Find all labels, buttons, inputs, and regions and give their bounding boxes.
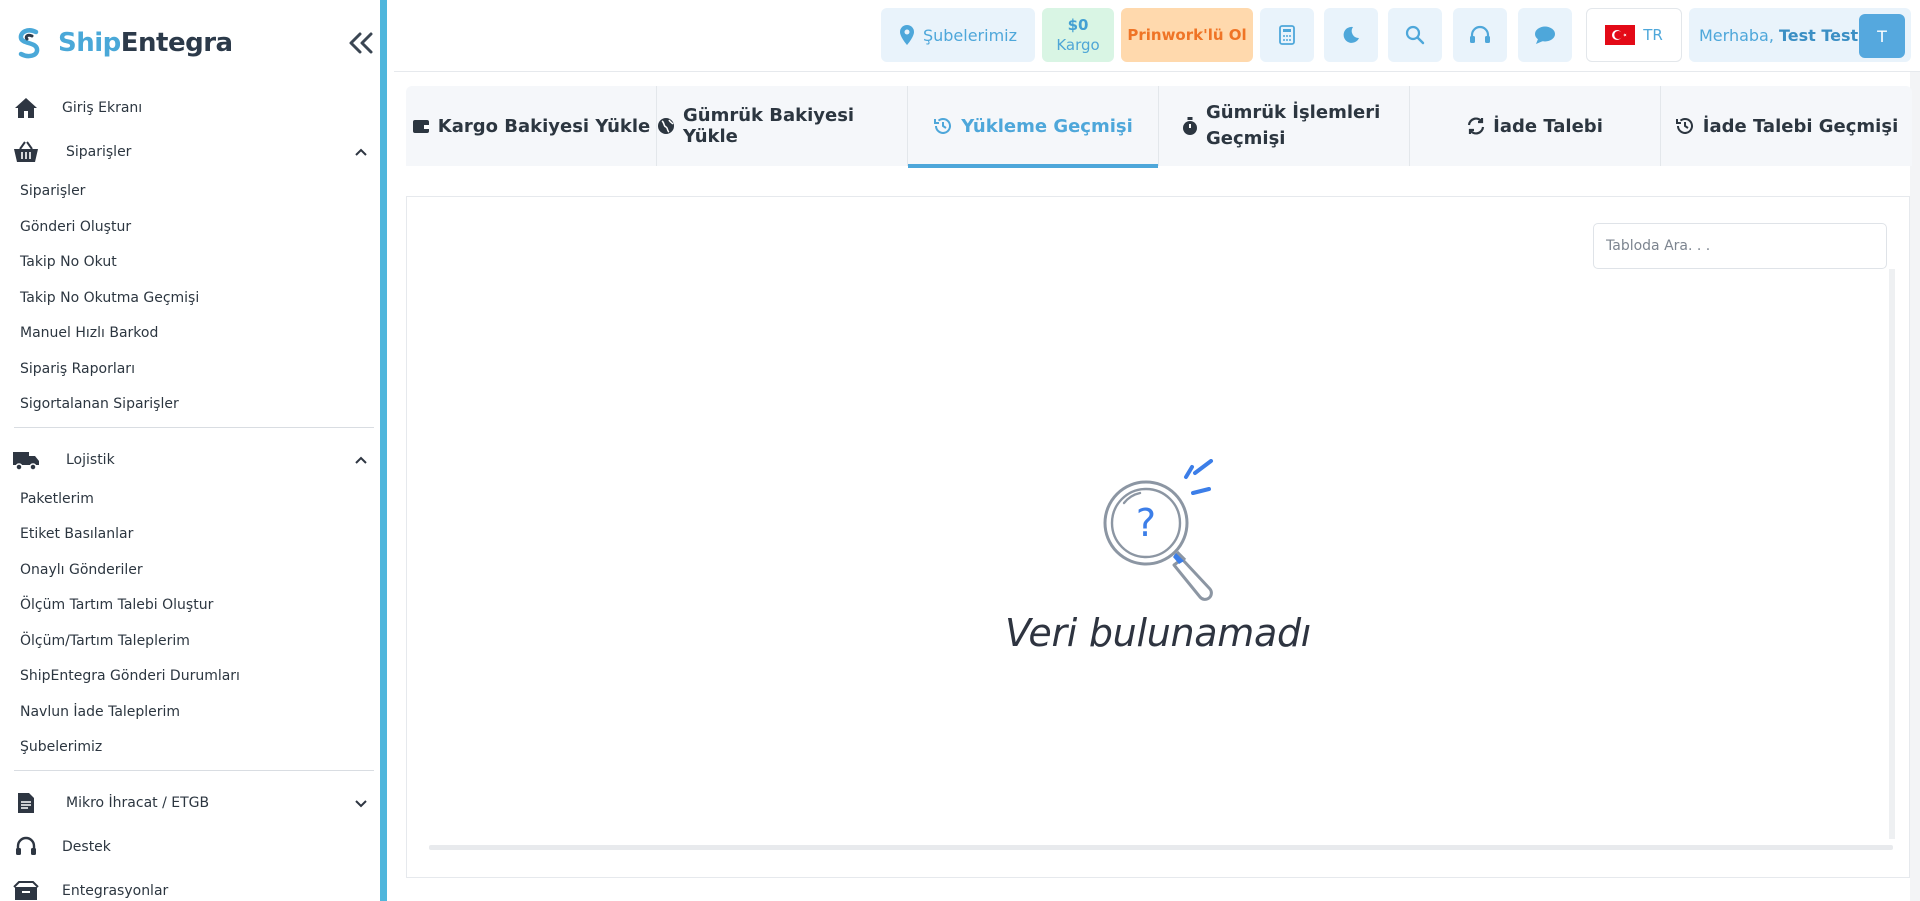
headset-icon: [1470, 25, 1490, 43]
table-search-input[interactable]: [1593, 223, 1887, 269]
shipentegra-logo-icon: [18, 28, 40, 59]
language-code: TR: [1643, 26, 1663, 44]
sidebar-item-integrations[interactable]: Entegrasyonlar: [0, 869, 380, 901]
page-scrollbar[interactable]: [1910, 72, 1920, 901]
headset-icon: [12, 836, 40, 858]
chat-button[interactable]: [1518, 8, 1572, 62]
tab-bar: Kargo Bakiyesi Yükle Gümrük Bakiyesi Yük…: [406, 86, 1912, 168]
table-card: ? Veri bulunamadı: [406, 196, 1910, 878]
branches-label: Şubelerimiz: [922, 25, 1018, 45]
sidebar-subitem-order-reports[interactable]: Sipariş Raporları: [0, 352, 380, 388]
location-pin-icon: [899, 25, 914, 45]
sidebar-subitem-scan-history[interactable]: Takip No Okutma Geçmişi: [0, 281, 380, 317]
empty-state: ? Veri bulunamadı: [407, 459, 1909, 655]
sidebar-item-support[interactable]: Destek: [0, 825, 380, 869]
brand-name-part1: Ship: [58, 28, 121, 58]
sidebar-subitem-orders[interactable]: Siparişler: [0, 174, 380, 210]
sidebar-item-label: Entegrasyonlar: [62, 882, 169, 899]
brand-name: ShipEntegra: [58, 28, 233, 58]
chat-icon: [1535, 26, 1555, 44]
sidebar-item-label: Lojistik: [66, 451, 115, 468]
dark-mode-button[interactable]: [1324, 8, 1378, 62]
language-selector[interactable]: TR: [1586, 8, 1682, 62]
sidebar-divider: [14, 426, 374, 428]
empty-state-message: Veri bulunamadı: [1004, 611, 1312, 655]
sidebar-item-label: Giriş Ekranı: [62, 100, 143, 116]
sidebar: ShipEntegra Giriş Ekranı Siparişler Sipa…: [0, 0, 387, 901]
tab-label: Kargo Bakiyesi Yükle: [437, 115, 651, 137]
tab-label: Gümrük İşlemleri Geçmişi: [1206, 102, 1381, 149]
sidebar-subitem-packages[interactable]: Paketlerim: [0, 482, 380, 518]
svg-text:?: ?: [1136, 501, 1156, 545]
tab-customs-history[interactable]: Gümrük İşlemleri Geçmişi: [1159, 86, 1410, 166]
sidebar-subitem-create-shipment[interactable]: Gönderi Oluştur: [0, 210, 380, 246]
sidebar-item-home[interactable]: Giriş Ekranı: [0, 86, 380, 130]
sidebar-subitem-shipment-statuses[interactable]: ShipEntegra Gönderi Durumları: [0, 659, 380, 695]
tab-return-request-history[interactable]: İade Talebi Geçmişi: [1661, 86, 1912, 166]
sidebar-item-label: Mikro İhracat / ETGB: [66, 794, 210, 811]
stopwatch-icon: [1182, 116, 1198, 136]
brand-logo[interactable]: ShipEntegra: [14, 24, 233, 62]
wallet-icon: [412, 118, 430, 134]
cargo-balance-button[interactable]: $0 Kargo: [1042, 8, 1114, 62]
table-horizontal-scrollbar[interactable]: [429, 845, 1893, 850]
user-menu[interactable]: Merhaba, Test Test T: [1689, 8, 1911, 62]
tab-return-request[interactable]: İade Talebi: [1410, 86, 1661, 166]
avatar[interactable]: T: [1859, 14, 1905, 58]
refresh-icon: [1467, 117, 1485, 135]
collapse-sidebar-icon[interactable]: [346, 28, 376, 58]
box-icon: [12, 880, 40, 901]
tab-label: Gümrük Bakiyesi Yükle: [683, 105, 855, 147]
search-button[interactable]: [1388, 8, 1442, 62]
brand-name-part2: Entegra: [120, 28, 233, 58]
greeting-text: Merhaba,: [1699, 25, 1774, 45]
sidebar-subitem-freight-returns[interactable]: Navlun İade Taleplerim: [0, 695, 380, 731]
document-icon: [12, 792, 40, 814]
search-icon: [1405, 25, 1425, 45]
sidebar-subitem-printed-labels[interactable]: Etiket Basılanlar: [0, 517, 380, 553]
balance-unit: Kargo: [1056, 36, 1100, 54]
prinwork-promo-button[interactable]: Prinwork'lü Ol: [1121, 8, 1253, 62]
basket-icon: [12, 141, 40, 163]
chevron-up-icon: [355, 148, 367, 156]
chevron-down-icon: [355, 799, 367, 807]
top-bar: Şubelerimiz $0 Kargo Prinwork'lü Ol TR M…: [394, 0, 1920, 72]
support-button[interactable]: [1453, 8, 1507, 62]
tab-cargo-balance-load[interactable]: Kargo Bakiyesi Yükle: [406, 86, 657, 166]
home-icon: [12, 97, 40, 119]
truck-icon: [12, 449, 40, 471]
sidebar-divider: [14, 769, 374, 771]
history-icon: [1675, 117, 1695, 135]
sidebar-nav: Giriş Ekranı Siparişler Siparişler Gönde…: [0, 86, 380, 901]
sidebar-item-logistics[interactable]: Lojistik: [0, 438, 380, 482]
sidebar-subitem-approved-shipments[interactable]: Onaylı Gönderiler: [0, 553, 380, 589]
moon-icon: [1343, 26, 1359, 43]
sidebar-subitem-scan-tracking[interactable]: Takip No Okut: [0, 245, 380, 281]
tab-label: Yükleme Geçmişi: [961, 115, 1133, 137]
sidebar-subitem-measure-requests[interactable]: Ölçüm/Tartım Taleplerim: [0, 624, 380, 660]
sidebar-item-label: Destek: [62, 838, 111, 855]
sidebar-subitem-insured-orders[interactable]: Sigortalanan Siparişler: [0, 387, 380, 423]
sidebar-subitem-branches[interactable]: Şubelerimiz: [0, 730, 380, 766]
chevron-up-icon: [355, 456, 367, 464]
sidebar-scrollbar[interactable]: [380, 590, 387, 901]
sidebar-item-micro-export[interactable]: Mikro İhracat / ETGB: [0, 781, 380, 825]
calculator-icon: [1279, 25, 1295, 45]
magnifier-question-icon: ?: [1103, 459, 1213, 601]
tab-label: İade Talebi: [1493, 115, 1603, 137]
user-name: Test Test: [1778, 25, 1859, 45]
balance-amount: $0: [1067, 16, 1089, 34]
history-icon: [933, 117, 953, 135]
sidebar-item-label: Siparişler: [66, 144, 132, 160]
sidebar-subitem-create-measure-request[interactable]: Ölçüm Tartım Talebi Oluştur: [0, 588, 380, 624]
turkey-flag-icon: [1605, 25, 1636, 45]
globe-icon: [657, 117, 675, 135]
sidebar-item-orders[interactable]: Siparişler: [0, 130, 380, 174]
tab-customs-balance-load[interactable]: Gümrük Bakiyesi Yükle: [657, 86, 908, 166]
branches-button[interactable]: Şubelerimiz: [881, 8, 1035, 62]
calculator-button[interactable]: [1260, 8, 1314, 62]
tab-label: İade Talebi Geçmişi: [1702, 115, 1899, 137]
tab-upload-history[interactable]: Yükleme Geçmişi: [908, 86, 1159, 168]
sidebar-subitem-manual-barcode[interactable]: Manuel Hızlı Barkod: [0, 316, 380, 352]
